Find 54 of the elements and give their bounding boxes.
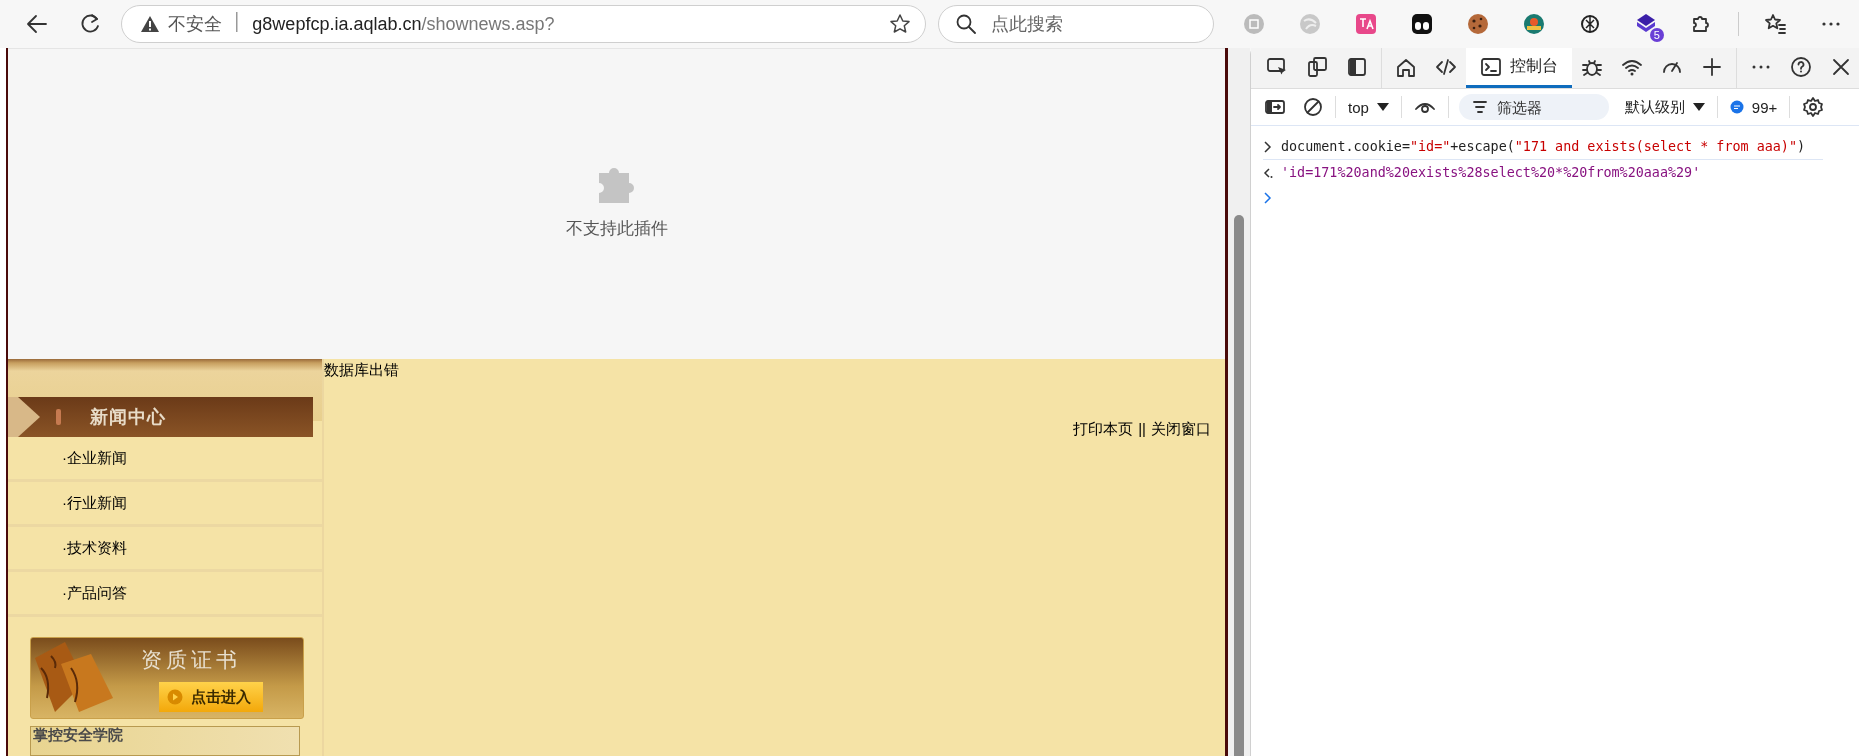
more-icon <box>1752 64 1770 69</box>
divider-icon <box>236 11 239 32</box>
play-icon <box>167 689 183 705</box>
scrollbar[interactable] <box>1228 48 1250 756</box>
console-command-text: document.cookie="id="+escape("171 and exists(select * from aaa)") <box>1281 139 1806 154</box>
star-icon <box>889 13 911 35</box>
help-icon <box>1790 55 1812 78</box>
message-icon <box>1729 100 1744 114</box>
cookie-icon <box>1466 12 1490 36</box>
level-dropdown[interactable]: 默认级别 <box>1618 92 1711 122</box>
page-link[interactable]: 打印本页 <box>1073 420 1134 439</box>
warning-icon <box>140 15 161 33</box>
extension-button[interactable]: 5 <box>1618 4 1674 44</box>
eyes-icon <box>1410 12 1434 36</box>
circle-icon <box>1242 12 1266 36</box>
back-icon <box>26 13 49 35</box>
certificate-banner[interactable]: 资质证书 点击进入 <box>30 637 304 719</box>
heading-text: 新闻中心 <box>90 406 166 429</box>
search-field[interactable]: 点此搜索 <box>938 5 1214 43</box>
url-host: g8wepfcp.ia.aqlab.cn <box>252 13 422 35</box>
context-dropdown[interactable]: top <box>1342 92 1395 122</box>
more-icon <box>1822 22 1840 26</box>
page-link[interactable]: 关闭窗口 <box>1151 420 1211 439</box>
translate-icon <box>1354 12 1378 36</box>
settings-icon <box>1802 96 1825 118</box>
enter-button[interactable]: 点击进入 <box>159 682 263 712</box>
count-badge: 5 <box>1649 28 1664 42</box>
academy-banner[interactable]: 掌控安全学院 <box>30 726 300 756</box>
caret-icon <box>1692 102 1705 112</box>
security-label: 不安全 <box>168 13 223 36</box>
reload-icon <box>79 13 101 35</box>
panel-icon <box>1265 97 1285 117</box>
device-icon <box>1306 55 1328 78</box>
caret-icon <box>1376 102 1389 112</box>
link-separator: || <box>1138 420 1146 439</box>
error-message: 数据库出错 <box>324 360 400 380</box>
plugin-message: 不支持此插件 <box>565 218 668 240</box>
filter-field[interactable]: 筛选器 <box>1458 94 1609 120</box>
chevron-icon <box>1263 139 1273 154</box>
inspect-icon <box>1266 55 1288 78</box>
banner-title: 资质证书 <box>141 647 241 673</box>
clear-icon <box>1303 97 1323 117</box>
sidebar-icon <box>1346 55 1368 78</box>
return-icon <box>1263 165 1273 180</box>
prompt-icon <box>1263 190 1273 205</box>
plus-icon <box>1701 55 1723 78</box>
issues-button[interactable]: 99+ <box>1723 92 1784 122</box>
address-bar[interactable]: 不安全 g8wepfcp.ia.aqlab.cn/shownews.asp? <box>121 5 926 43</box>
favorites-icon <box>1763 12 1787 36</box>
scrollbar-thumb[interactable] <box>1234 215 1244 756</box>
console-output: 'id=171%20and%20exists%28select%20*%20from%20aaa%29' <box>1281 165 1701 180</box>
devtools-tab[interactable]: 控制台 <box>1466 48 1572 88</box>
console-icon <box>1480 55 1502 78</box>
url-path: /shownews.asp? <box>421 13 555 35</box>
